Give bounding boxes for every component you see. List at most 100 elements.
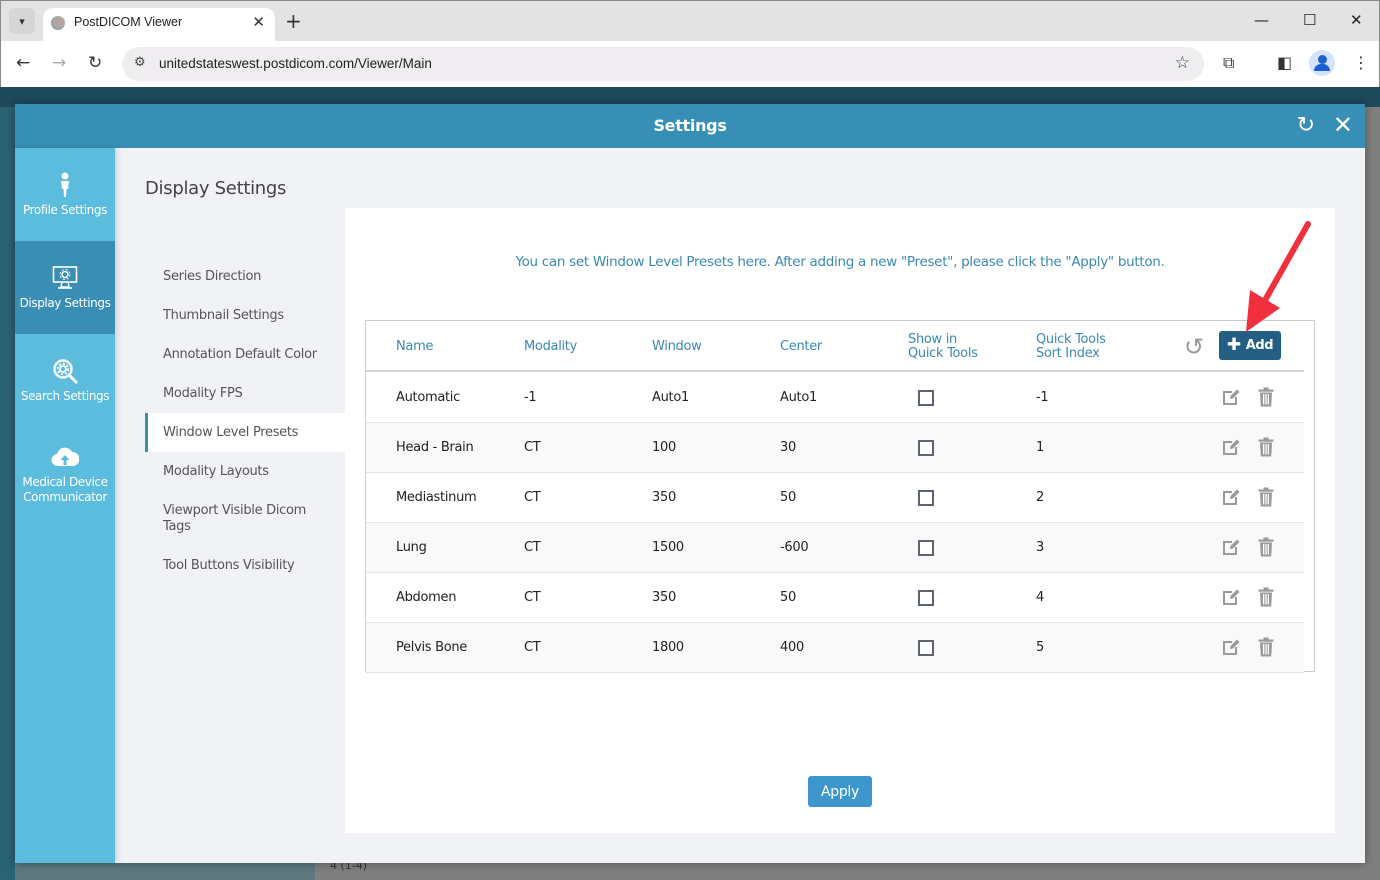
category-medical-device-communicator[interactable]: Medical Device Communicator — [15, 427, 115, 520]
column-header-name[interactable]: Name — [396, 340, 433, 354]
category-profile-settings[interactable]: Profile Settings — [15, 148, 115, 241]
submenu-annotation-default-color[interactable]: Annotation Default Color — [145, 335, 345, 374]
header-line: Show in — [908, 332, 957, 347]
window-level-presets-panel: You can set Window Level Presets here. A… — [345, 208, 1335, 833]
preset-window: 350 — [652, 590, 676, 605]
app-leftbar — [0, 107, 15, 880]
header-line: Quick Tools — [1036, 332, 1106, 347]
delete-icon[interactable] — [1258, 387, 1274, 411]
reset-presets-icon[interactable]: ↺ — [1184, 333, 1204, 361]
add-preset-button[interactable]: ✚ Add — [1219, 331, 1281, 360]
preset-center: 50 — [780, 490, 796, 505]
close-modal-icon[interactable]: ✕ — [1333, 111, 1353, 139]
browser-toolbar: ← → ↻ ⚙ unitedstateswest.postdicom.com/V… — [0, 41, 1380, 87]
preset-window: 1500 — [652, 540, 684, 555]
settings-category-nav: Profile Settings Display Settings Search… — [15, 148, 115, 863]
edit-icon[interactable] — [1221, 637, 1241, 661]
preset-center: 30 — [780, 440, 796, 455]
presets-info-text: You can set Window Level Presets here. A… — [515, 254, 1165, 270]
browser-menu-icon[interactable]: ⋮ — [1353, 53, 1369, 72]
preset-center: -600 — [780, 540, 809, 555]
edit-icon[interactable] — [1221, 387, 1241, 411]
preset-sort-index: 5 — [1036, 640, 1044, 655]
extensions-icon[interactable]: ⧉ — [1223, 53, 1234, 73]
apply-button[interactable]: Apply — [808, 776, 872, 807]
category-label: Display Settings — [19, 296, 111, 310]
forward-icon[interactable]: → — [52, 53, 66, 73]
preset-name: Head - Brain — [396, 440, 474, 455]
preset-modality: CT — [524, 590, 541, 605]
address-bar[interactable]: ⚙ unitedstateswest.postdicom.com/Viewer/… — [122, 47, 1204, 81]
preset-window: 1800 — [652, 640, 684, 655]
column-header-center[interactable]: Center — [780, 340, 822, 354]
column-header-modality[interactable]: Modality — [524, 340, 577, 354]
submenu-viewport-visible-dicom-tags[interactable]: Viewport Visible Dicom Tags — [145, 491, 345, 546]
submenu-modality-fps[interactable]: Modality FPS — [145, 374, 345, 413]
site-info-icon[interactable]: ⚙ — [134, 55, 146, 70]
window-close-icon[interactable]: ✕ — [1350, 11, 1363, 29]
delete-icon[interactable] — [1258, 537, 1274, 561]
preset-center: 400 — [780, 640, 804, 655]
column-header-sort-index[interactable]: Quick Tools Sort Index — [1036, 333, 1106, 361]
plus-icon: ✚ — [1226, 335, 1241, 355]
browser-tab[interactable]: PostDICOM Viewer ✕ — [43, 8, 275, 42]
edit-icon[interactable] — [1221, 537, 1241, 561]
preset-window: 100 — [652, 440, 676, 455]
preset-modality: CT — [524, 540, 541, 555]
edit-icon[interactable] — [1221, 437, 1241, 461]
preset-modality: -1 — [524, 390, 537, 405]
header-line: Sort Index — [1036, 346, 1100, 361]
preset-sort-index: 3 — [1036, 540, 1044, 555]
preset-name: Pelvis Bone — [396, 640, 468, 655]
tab-close-icon[interactable]: ✕ — [252, 13, 265, 31]
delete-icon[interactable] — [1258, 587, 1274, 611]
side-panel-icon[interactable]: ◧ — [1277, 53, 1292, 72]
submenu-window-level-presets[interactable]: Window Level Presets — [145, 413, 345, 452]
new-tab-button[interactable]: + — [285, 11, 302, 31]
search-gear-icon — [52, 357, 78, 385]
show-in-quick-tools-checkbox[interactable] — [918, 540, 934, 556]
reload-icon[interactable]: ↻ — [88, 53, 102, 73]
column-header-show-in-quick-tools[interactable]: Show in Quick Tools — [908, 333, 978, 361]
maximize-icon[interactable]: ☐ — [1303, 11, 1316, 29]
delete-icon[interactable] — [1258, 437, 1274, 461]
reset-settings-icon[interactable]: ↻ — [1297, 113, 1315, 138]
section-title: Display Settings — [145, 178, 287, 199]
preset-name: Abdomen — [396, 590, 457, 605]
preset-center: 50 — [780, 590, 796, 605]
favicon-icon — [51, 16, 65, 30]
delete-icon[interactable] — [1258, 487, 1274, 511]
header-line: Quick Tools — [908, 346, 978, 361]
show-in-quick-tools-checkbox[interactable] — [918, 440, 934, 456]
category-search-settings[interactable]: Search Settings — [15, 334, 115, 427]
category-display-settings[interactable]: Display Settings — [15, 241, 115, 334]
preset-center: Auto1 — [780, 390, 817, 405]
column-header-window[interactable]: Window — [652, 340, 702, 354]
preset-modality: CT — [524, 640, 541, 655]
table-row: Lung CT 1500 -600 3 — [366, 523, 1304, 573]
delete-icon[interactable] — [1258, 637, 1274, 661]
show-in-quick-tools-checkbox[interactable] — [918, 640, 934, 656]
person-icon — [59, 171, 71, 199]
preset-name: Mediastinum — [396, 490, 477, 505]
settings-modal: Settings ↻ ✕ Profile Settings Display Se… — [15, 104, 1365, 863]
preset-modality: CT — [524, 440, 541, 455]
category-label: Profile Settings — [23, 203, 107, 217]
tab-search-button[interactable]: ▾ — [9, 8, 35, 34]
submenu-modality-layouts[interactable]: Modality Layouts — [145, 452, 345, 491]
edit-icon[interactable] — [1221, 487, 1241, 511]
submenu-tool-buttons-visibility[interactable]: Tool Buttons Visibility — [145, 546, 345, 585]
edit-icon[interactable] — [1221, 587, 1241, 611]
profile-avatar[interactable] — [1309, 50, 1335, 76]
show-in-quick-tools-checkbox[interactable] — [918, 590, 934, 606]
show-in-quick-tools-checkbox[interactable] — [918, 490, 934, 506]
back-icon[interactable]: ← — [16, 53, 30, 73]
minimize-icon[interactable]: — — [1254, 11, 1269, 29]
display-settings-submenu: Series Direction Thumbnail Settings Anno… — [145, 257, 345, 585]
submenu-thumbnail-settings[interactable]: Thumbnail Settings — [145, 296, 345, 335]
show-in-quick-tools-checkbox[interactable] — [918, 390, 934, 406]
url-text[interactable]: unitedstateswest.postdicom.com/Viewer/Ma… — [159, 56, 432, 71]
presets-table: Name Modality Window Center Show in Quic… — [365, 320, 1315, 673]
submenu-series-direction[interactable]: Series Direction — [145, 257, 345, 296]
bookmark-star-icon[interactable]: ☆ — [1175, 53, 1190, 73]
